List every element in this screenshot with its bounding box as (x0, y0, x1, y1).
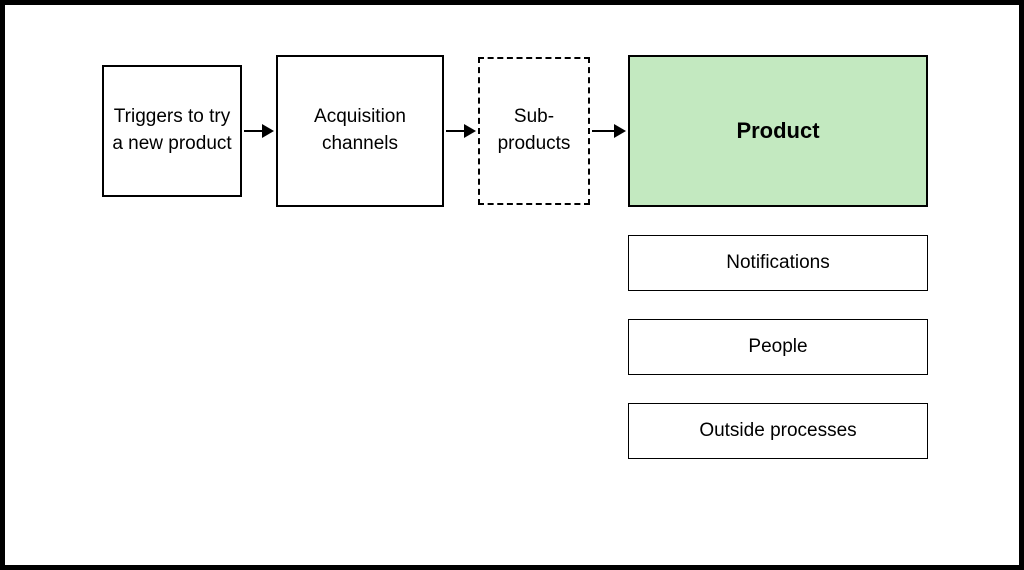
box-outside-label: Outside processes (699, 418, 856, 445)
arrow-icon (446, 124, 476, 138)
box-people-label: People (748, 334, 807, 361)
box-outside: Outside processes (628, 403, 928, 459)
box-product-label: Product (736, 116, 819, 147)
box-subproducts-label: Sub-products (488, 104, 580, 157)
box-acquisition-label: Acquisition channels (286, 104, 434, 157)
box-people: People (628, 319, 928, 375)
box-triggers: Triggers to try a new product (102, 65, 242, 197)
box-triggers-label: Triggers to try a new product (112, 104, 232, 157)
arrow-icon (592, 124, 626, 138)
box-subproducts: Sub-products (478, 57, 590, 205)
diagram-container: Triggers to try a new product Acquisitio… (0, 0, 1024, 570)
box-notifications: Notifications (628, 235, 928, 291)
box-product: Product (628, 55, 928, 207)
arrow-icon (244, 124, 274, 138)
box-notifications-label: Notifications (726, 250, 830, 277)
box-acquisition: Acquisition channels (276, 55, 444, 207)
